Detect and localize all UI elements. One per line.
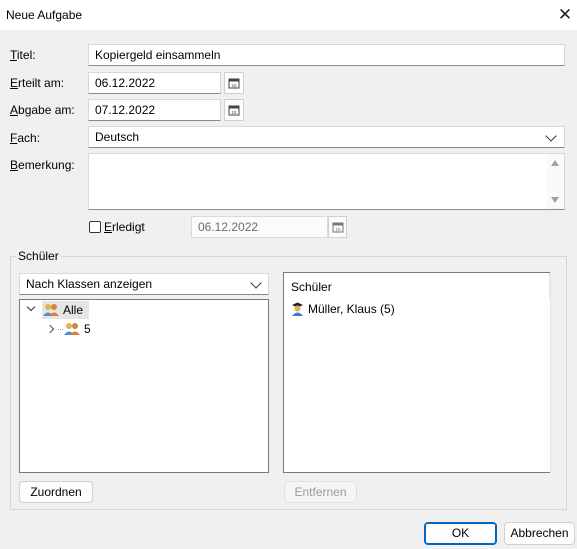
remark-label: Bemerkung: [10,158,75,172]
list-item[interactable]: Müller, Klaus (5) [290,300,470,318]
class-tree[interactable]: Alle 5 [19,299,269,473]
svg-text:15: 15 [335,227,341,232]
tree-item-5-label: 5 [84,322,91,336]
calendar-icon: 15 [228,105,240,116]
title-label: Titel: [10,48,36,62]
chevron-down-icon [545,130,557,142]
group-icon [43,304,59,316]
students-list-header-label: Schüler [291,280,332,294]
scroll-down-icon[interactable] [551,197,559,203]
due-date-picker-button[interactable]: 15 [224,99,244,121]
issued-date-input[interactable]: 06.12.2022 [88,72,221,94]
cancel-button[interactable]: Abbrechen [504,522,575,545]
remove-button: Entfernen [284,481,357,503]
chevron-down-icon [26,302,36,312]
tree-item-alle-label: Alle [63,303,84,317]
done-checkbox[interactable] [89,221,101,233]
svg-text:15: 15 [231,110,237,115]
window-title: Neue Aufgabe [6,8,83,22]
calendar-icon: 15 [228,78,240,89]
assign-button[interactable]: Zuordnen [19,481,93,503]
student-icon [292,302,303,316]
chevron-down-icon [250,277,262,289]
due-date-label: Abgabe am: [10,103,75,117]
svg-text:15: 15 [231,83,237,88]
list-item-label: Müller, Klaus (5) [308,302,395,316]
remark-text [89,157,101,171]
close-icon[interactable]: ✕ [553,3,577,27]
students-group-title: Schüler [16,249,61,263]
list-separator [550,272,551,473]
subject-select-value: Deutsch [95,130,140,144]
tree-toggle-alle[interactable] [26,302,38,317]
done-date-input: 06.12.2022 [191,216,328,238]
ok-button[interactable]: OK [424,522,497,545]
calendar-icon: 15 [332,222,343,233]
done-date-picker-button: 15 [328,216,347,238]
view-filter-value: Nach Klassen anzeigen [26,277,153,291]
subject-select[interactable]: Deutsch [88,126,565,148]
view-filter-select[interactable]: Nach Klassen anzeigen [19,273,269,295]
title-input[interactable]: Kopiergeld einsammeln [88,44,565,66]
students-list-header[interactable]: Schüler [284,273,550,298]
due-date-input[interactable]: 07.12.2022 [88,99,221,121]
subject-label: Fach: [10,131,41,145]
tree-item-5[interactable]: 5 [63,320,103,338]
done-label[interactable]: Erledigt [104,220,145,234]
issued-date-picker-button[interactable]: 15 [224,72,244,94]
remark-scrollbar[interactable] [547,154,564,209]
title-bar [0,0,577,30]
issued-date-label: Erteilt am: [10,76,65,90]
tree-item-alle[interactable]: Alle [42,301,89,319]
group-icon [64,323,80,335]
students-list[interactable]: Schüler Müller, Klaus (5) [283,272,551,473]
remark-textarea[interactable] [88,153,565,210]
tree-toggle-5[interactable] [45,323,57,335]
scroll-up-icon[interactable] [551,160,559,166]
chevron-right-icon [45,324,55,334]
